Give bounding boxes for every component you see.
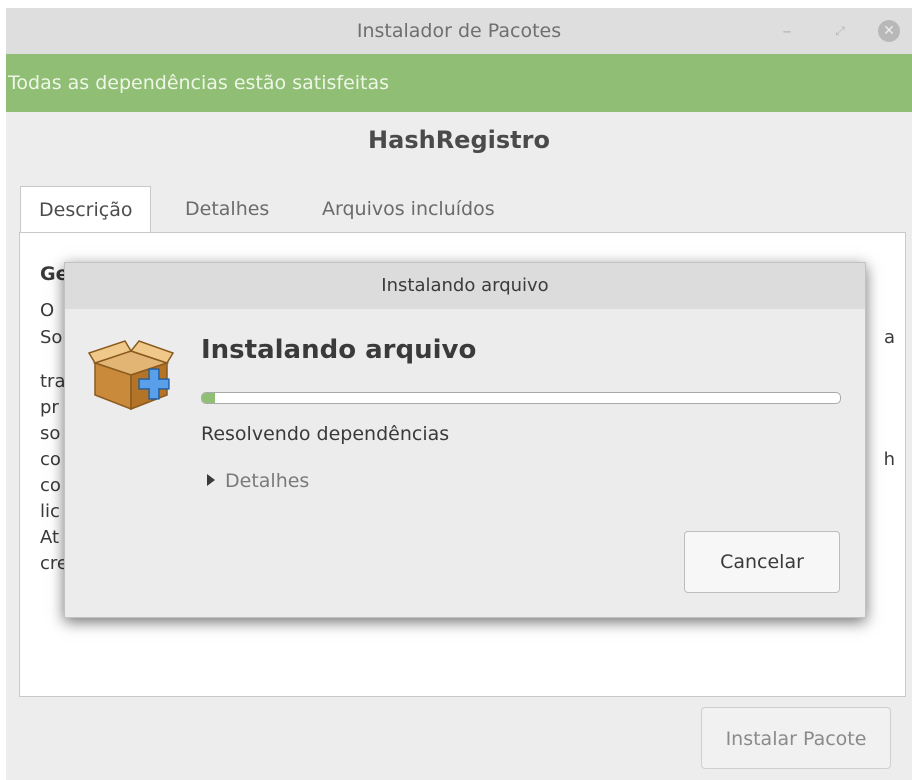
package-name: HashRegistro [368, 126, 550, 154]
status-banner-text: Todas as dependências estão satisfeitas [8, 72, 390, 94]
description-fragment: h [883, 449, 895, 470]
progress-status: Resolvendo dependências [201, 423, 450, 445]
install-package-button[interactable]: Instalar Pacote [701, 707, 891, 769]
dialog-heading: Instalando arquivo [201, 335, 477, 365]
title-bar[interactable]: Instalador de Pacotes – ⤢ ✕ [6, 8, 912, 54]
minimize-icon[interactable]: – [776, 20, 798, 42]
description-line: So [40, 327, 63, 348]
close-icon[interactable]: ✕ [878, 20, 900, 42]
description-line: tra [40, 371, 66, 392]
progress-bar [201, 392, 841, 404]
description-line: At [40, 527, 60, 548]
expander-arrow-icon [207, 473, 215, 486]
description-line: so [40, 423, 61, 444]
details-expander-label: Detalhes [225, 470, 310, 492]
description-line: co [40, 475, 61, 496]
package-install-icon [87, 340, 175, 411]
details-expander[interactable]: Detalhes [207, 470, 309, 492]
tab-arquivos-incluidos[interactable]: Arquivos incluídos [322, 186, 495, 232]
dialog-title: Instalando arquivo [65, 263, 865, 309]
description-fragment: a [883, 327, 895, 348]
description-line: lic [40, 501, 60, 522]
description-line: O [40, 300, 55, 321]
progress-bar-fill [202, 393, 215, 403]
status-banner: Todas as dependências estão satisfeitas [6, 54, 912, 112]
description-line: co [40, 449, 61, 470]
description-line: pr [40, 397, 59, 418]
cancel-button[interactable]: Cancelar [684, 531, 840, 593]
tab-descricao[interactable]: Descrição [20, 186, 152, 235]
maximize-icon[interactable]: ⤢ [829, 20, 851, 42]
tab-detalhes[interactable]: Detalhes [185, 186, 269, 232]
installing-dialog: Instalando arquivo Instalando arquivo Re… [64, 262, 866, 618]
